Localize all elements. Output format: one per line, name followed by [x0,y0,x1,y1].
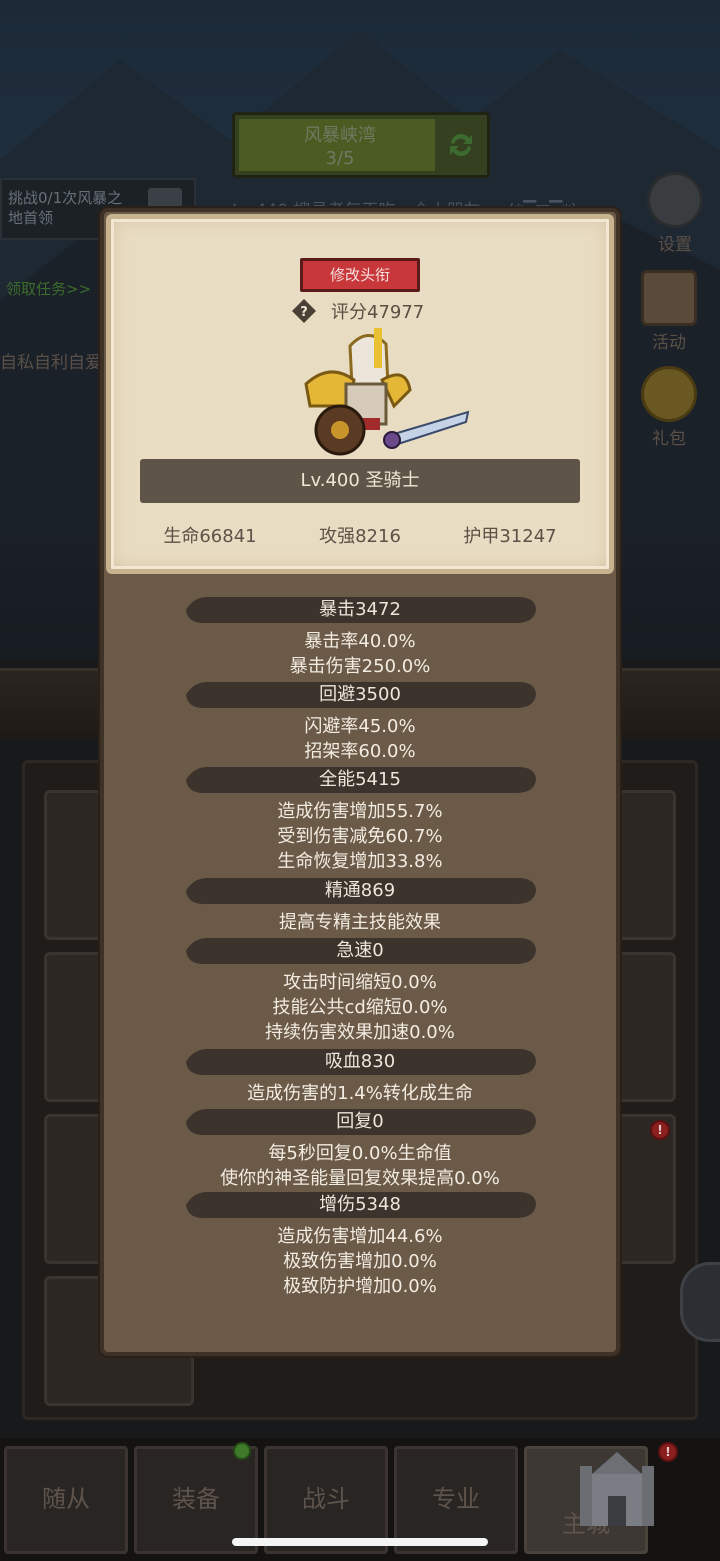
stage-selector[interactable]: 风暴峡湾 3/5 [232,112,490,178]
stage-progress: 3/5 [325,148,355,169]
quest-claim-link[interactable]: 领取任务>> [6,278,91,299]
stat-line: 造成伤害增加44.6% [277,1226,443,1247]
section-header-text: 暴击3472 [319,599,401,620]
tab-followers[interactable]: 随从 [4,1446,128,1554]
section-header-damage-boost: 增伤5348 [180,1189,540,1221]
stat-line: 暴击伤害250.0% [289,656,431,677]
section-header-text: 精通869 [324,880,396,901]
refresh-icon[interactable] [445,129,477,161]
settings-label: 设置 [658,235,692,255]
section-header-mastery: 精通869 [180,875,540,907]
stat-attack: 攻强8216 [319,526,401,547]
stat-line: 使你的神圣能量回复效果提高0.0% [220,1168,500,1189]
stat-line: 闪避率45.0% [304,716,416,737]
section-header-text: 吸血830 [324,1051,396,1072]
stat-line: 造成伤害增加55.7% [277,801,443,822]
svg-text:?: ? [300,305,308,320]
stat-armor: 护甲31247 [463,526,557,547]
help-icon[interactable]: ? [291,298,317,324]
hero-name-level: Lv.400 圣骑士 [140,459,580,503]
notification-badge: ! [650,1120,670,1140]
stat-line: 持续伤害效果加速0.0% [265,1022,455,1043]
notification-dot [233,1442,251,1460]
activity-button[interactable]: 活动 [634,270,704,353]
paladin-avatar [304,328,470,456]
scroll-icon [641,270,697,326]
stat-line: 技能公共cd缩短0.0% [272,997,448,1018]
section-header-text: 全能5415 [319,769,401,790]
gift-pouch-icon [641,366,697,422]
gear-icon [647,172,703,228]
stat-line: 攻击时间缩短0.0% [283,972,437,993]
section-header-versatility: 全能5415 [180,764,540,796]
section-header-avoidance: 回避3500 [180,679,540,711]
settings-button[interactable]: 设置 [640,172,710,255]
gift-button[interactable]: 礼包 [634,366,704,449]
section-header-text: 急速0 [336,940,384,961]
activity-label: 活动 [652,333,686,353]
chat-line: 自私自利自爱 [0,353,102,373]
stat-line: 提高专精主技能效果 [279,912,441,933]
stat-line: 每5秒回复0.0%生命值 [268,1143,452,1164]
stat-line: 造成伤害的1.4%转化成生命 [247,1083,473,1104]
notification-badge: ! [658,1442,678,1462]
section-header-text: 回避3500 [319,684,401,705]
section-header-text: 回复0 [336,1111,384,1132]
stat-line: 极致伤害增加0.0% [283,1251,437,1272]
section-header-regen: 回复0 [180,1106,540,1138]
power-score: 评分47977 [331,302,425,323]
section-header-lifesteal: 吸血830 [180,1046,540,1078]
stat-line: 生命恢复增加33.8% [277,851,443,872]
section-header-haste: 急速0 [180,935,540,967]
section-header-crit: 暴击3472 [180,594,540,626]
change-title-button[interactable]: 修改头衔 [300,258,420,292]
stage-name: 风暴峡湾 [304,125,376,146]
stat-hp: 生命66841 [163,526,257,547]
castle-icon [580,1452,654,1526]
stat-line: 招架率60.0% [304,741,416,762]
side-gear-button[interactable] [680,1262,720,1342]
home-indicator[interactable] [232,1538,488,1546]
stat-line: 受到伤害减免60.7% [277,826,443,847]
quest-collapse-toggle[interactable] [148,188,182,210]
gift-label: 礼包 [652,429,686,449]
stat-line: 极致防护增加0.0% [283,1276,437,1297]
stat-line: 暴击率40.0% [304,631,416,652]
section-header-text: 增伤5348 [319,1194,401,1215]
